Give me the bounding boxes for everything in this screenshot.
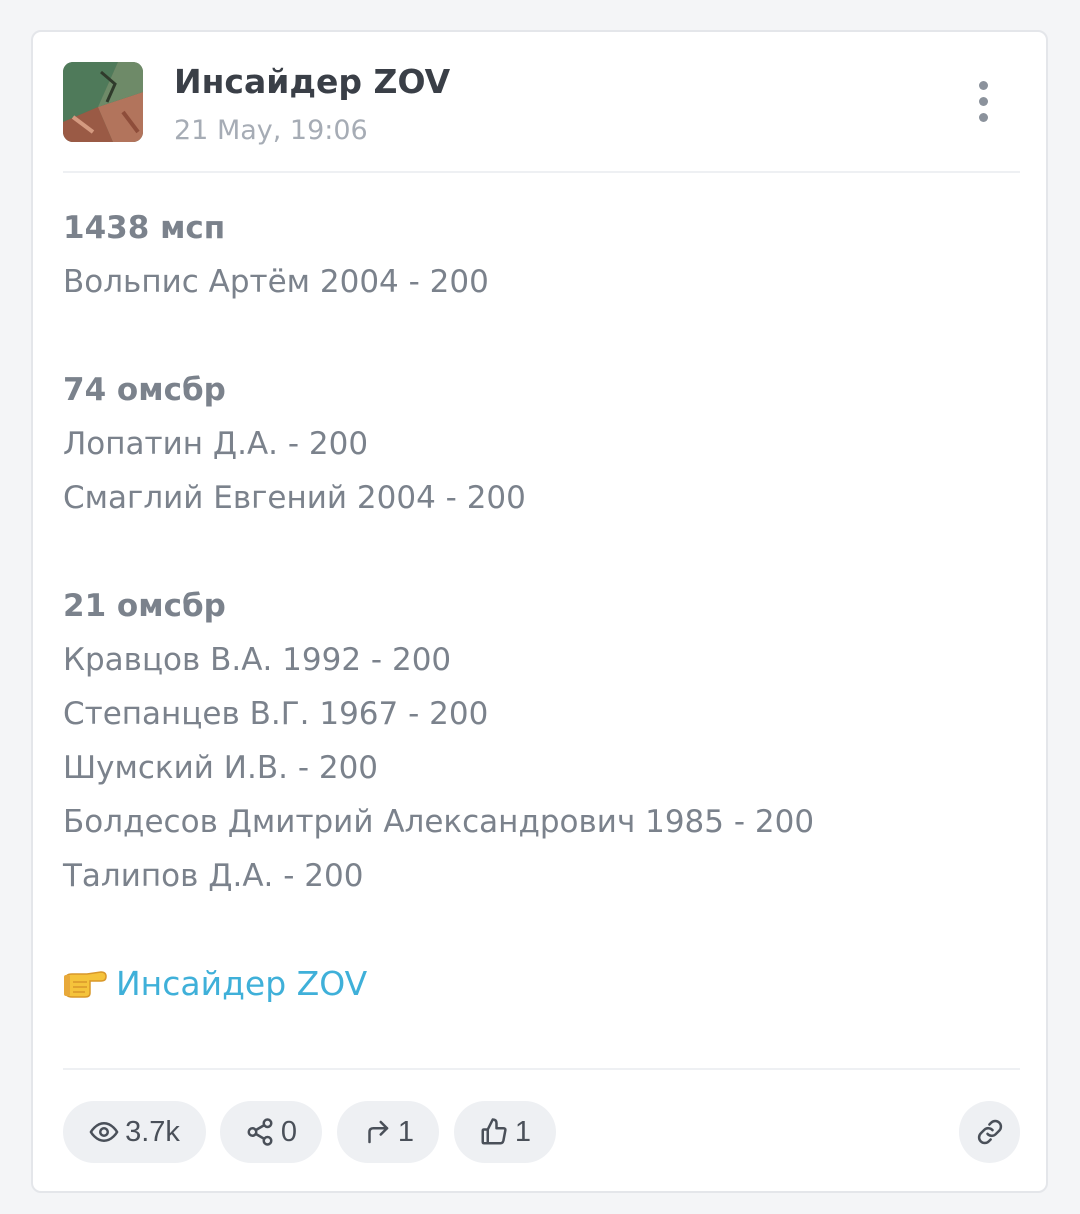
forwards-count: 1 [397,1115,415,1148]
copy-link-button[interactable] [959,1101,1020,1163]
body-line: Шумский И.В. - 200 [63,750,379,786]
forwards-button[interactable]: 1 [337,1101,439,1163]
avatar-image [63,62,143,142]
eye-icon [89,1122,119,1142]
link-icon [977,1119,1002,1145]
shares-count: 0 [280,1115,298,1148]
channel-link[interactable]: Инсайдер ZOV [116,964,367,1003]
body-line: Смаглий Евгений 2004 - 200 [63,480,526,516]
post-date: 21 May, 19:06 [174,115,368,146]
more-options-button[interactable] [965,76,1001,128]
header-divider [63,171,1020,173]
channel-name[interactable]: Инсайдер ZOV [174,62,450,101]
forward-arrow-icon [368,1120,389,1144]
body-line: Степанцев В.Г. 1967 - 200 [63,696,489,732]
footer-divider [63,1068,1020,1070]
share-nodes-icon [247,1118,273,1146]
views-count: 3.7k [125,1115,180,1148]
channel-link-row: Инсайдер ZOV [63,964,367,1003]
shares-button[interactable]: 0 [220,1101,322,1163]
body-line: Кравцов В.А. 1992 - 200 [63,642,452,678]
post-card: Инсайдер ZOV 21 May, 19:06 1438 мсп Воль… [31,30,1048,1193]
thumbs-up-icon [481,1118,507,1145]
body-line: Вольпис Артём 2004 - 200 [63,264,489,300]
body-line: Талипов Д.А. - 200 [63,858,364,894]
section-heading: 21 омсбр [63,588,226,624]
pointing-hand-emoji [64,971,107,998]
section-heading: 74 омсбр [63,372,226,408]
likes-count: 1 [514,1115,532,1148]
channel-avatar[interactable] [63,62,143,142]
section-heading: 1438 мсп [63,210,226,246]
likes-button[interactable]: 1 [454,1101,556,1163]
views-button[interactable]: 3.7k [63,1101,206,1163]
body-line: Болдесов Дмитрий Александрович 1985 - 20… [63,804,815,840]
body-line: Лопатин Д.А. - 200 [63,426,369,462]
